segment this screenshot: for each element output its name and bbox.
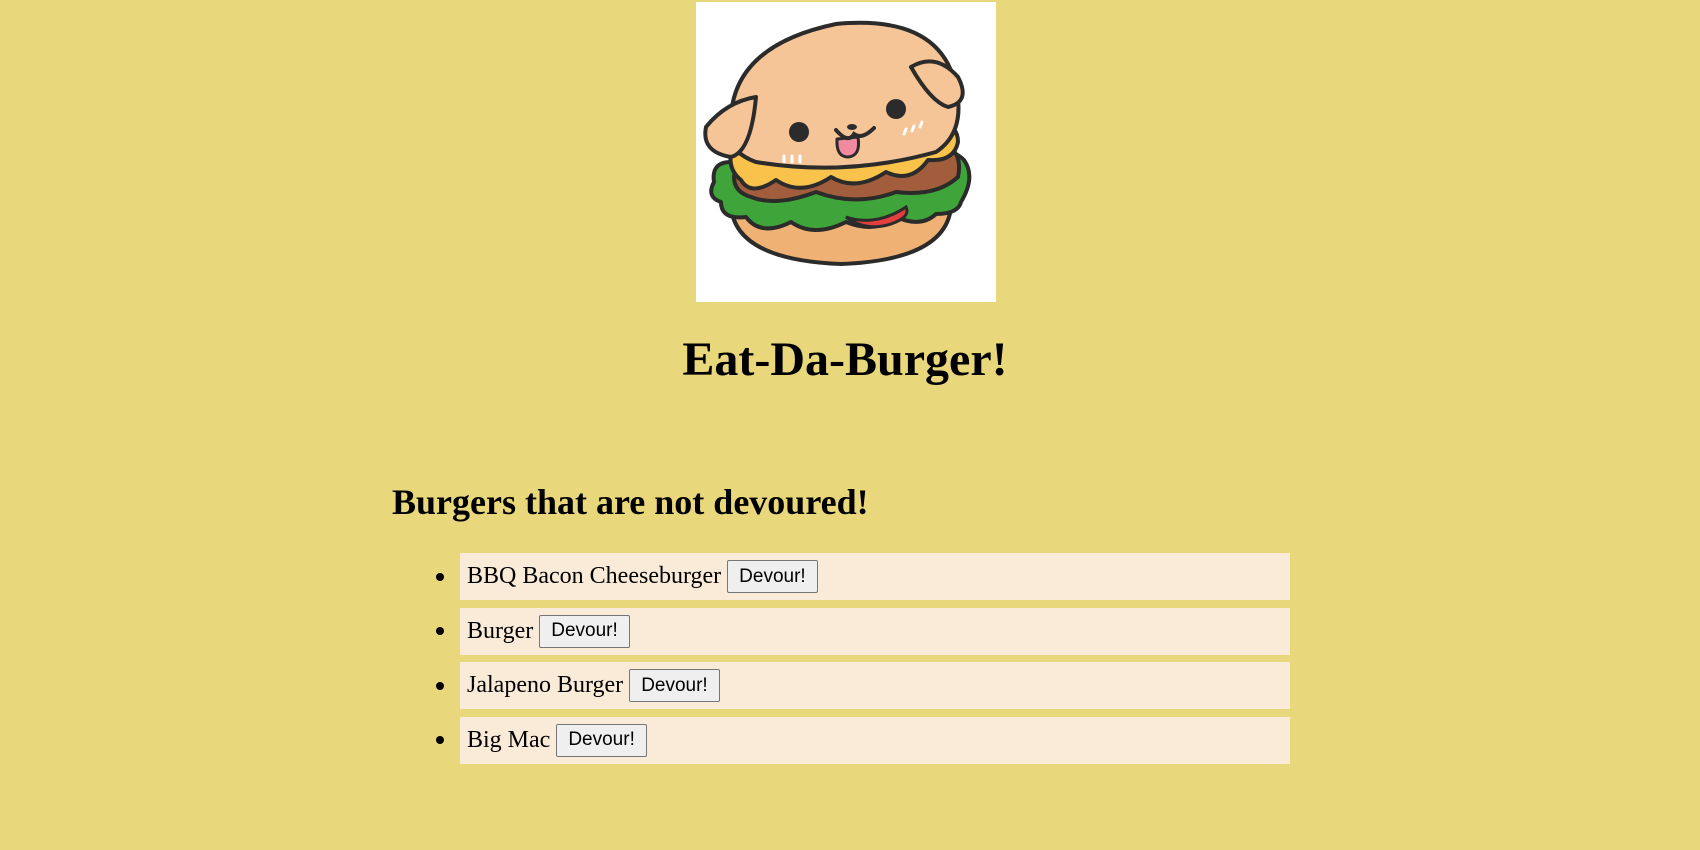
list-item: BBQ Bacon Cheeseburger Devour! (436, 553, 1290, 600)
burger-name: BBQ Bacon Cheeseburger (467, 563, 722, 589)
burger-logo (696, 2, 996, 302)
list-item: Big Mac Devour! (436, 716, 1290, 764)
devour-button[interactable]: Devour! (539, 614, 630, 648)
burger-dog-icon (703, 20, 972, 266)
devour-button[interactable]: Devour! (556, 723, 647, 757)
bullet-icon (436, 627, 444, 635)
devour-button[interactable]: Devour! (727, 560, 818, 593)
bullet-icon (436, 736, 444, 744)
devour-button[interactable]: Devour! (629, 669, 720, 702)
list-item: Burger Devour! (436, 607, 1290, 655)
list-item: Jalapeno Burger Devour! (436, 662, 1290, 709)
burger-list: BBQ Bacon Cheeseburger Devour! Burger De… (436, 553, 1290, 771)
burger-name: Jalapeno Burger (467, 672, 624, 698)
page-title: Eat-Da-Burger! (682, 333, 1008, 386)
burger-name: Big Mac (467, 726, 551, 753)
section-heading-not-devoured: Burgers that are not devoured! (392, 482, 869, 522)
bullet-icon (436, 572, 444, 581)
burger-name: Burger (467, 617, 534, 644)
bullet-icon (436, 681, 444, 690)
